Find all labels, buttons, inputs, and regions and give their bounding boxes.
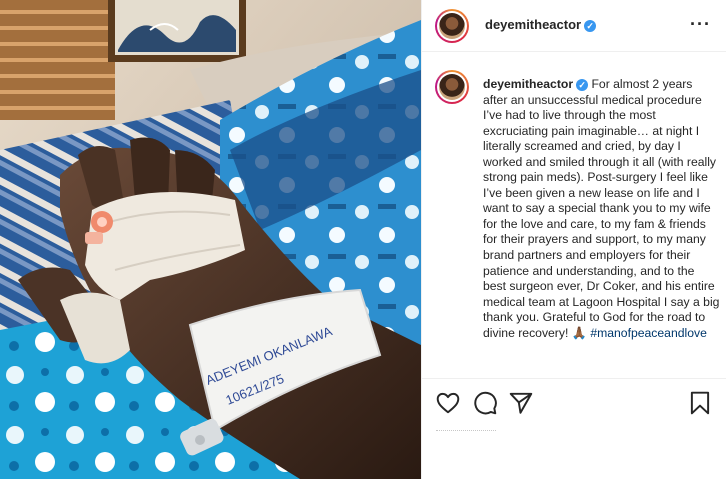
bookmark-icon [690, 391, 710, 415]
paper-plane-icon [509, 392, 533, 414]
hospital-hand-photo: ADEYEMI OKANLAWA 10621/275 [0, 0, 421, 479]
profile-picture [439, 13, 465, 39]
post-footer [422, 426, 726, 479]
verified-badge-icon: ✓ [584, 20, 597, 32]
post-side-panel: deyemitheactor ✓ ··· deyemitheactor ✓ For … [421, 0, 726, 479]
username-link[interactable]: deyemitheactor [485, 17, 581, 32]
profile-picture [439, 74, 465, 100]
post-photo[interactable]: ADEYEMI OKANLAWA 10621/275 [0, 0, 421, 479]
verified-badge-icon: ✓ [576, 79, 589, 91]
post-author: deyemitheactor ✓ [485, 17, 597, 32]
caption-body: For almost 2 years after an unsuccessful… [483, 77, 720, 340]
comment-icon [474, 391, 497, 415]
heart-icon [436, 392, 460, 414]
post-header: deyemitheactor ✓ ··· [422, 0, 726, 52]
comment-button[interactable] [472, 390, 498, 416]
avatar[interactable] [435, 9, 469, 43]
likes-placeholder [436, 430, 496, 431]
share-button[interactable] [508, 390, 534, 416]
like-button[interactable] [435, 390, 461, 416]
caption-section: deyemitheactor ✓ For almost 2 years after… [422, 53, 726, 378]
hashtag-link[interactable]: #manofpeaceandlove [590, 326, 707, 340]
action-bar [422, 378, 726, 426]
praying-hands-emoji: 🙏🏾 [571, 325, 587, 340]
caption-avatar[interactable] [435, 70, 469, 104]
caption-username-link[interactable]: deyemitheactor [483, 77, 573, 91]
caption-text: deyemitheactor ✓ For almost 2 years after… [483, 77, 720, 341]
more-options-button[interactable]: ··· [690, 14, 711, 34]
save-button[interactable] [687, 390, 713, 416]
